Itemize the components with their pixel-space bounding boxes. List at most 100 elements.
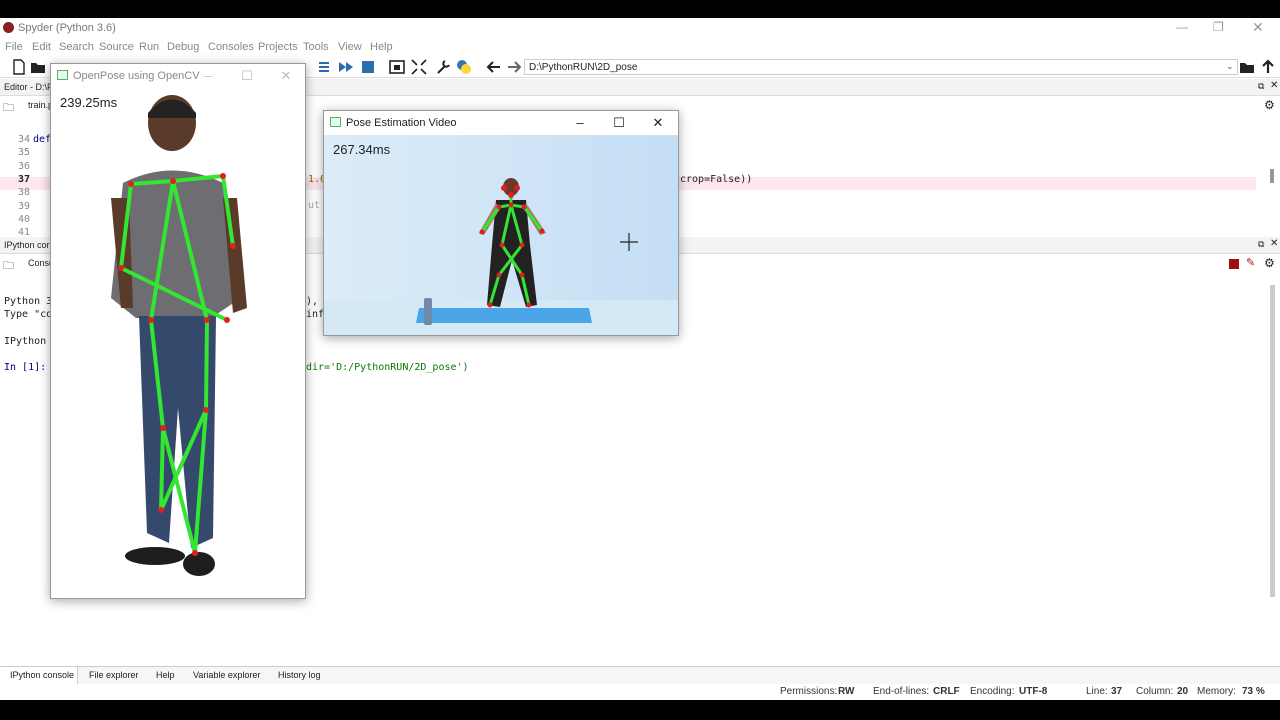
line-number: 38 [17,187,30,199]
editor-scrollbar[interactable] [1270,169,1274,183]
water-bottle [424,298,432,325]
yoga-mat [416,308,592,323]
line-number: 34 [17,134,30,145]
menu-bar: File Edit Search Source Run Debug Consol… [0,38,1280,56]
tab-history-log[interactable]: History log [278,670,321,680]
openpose-timing: 239.25ms [60,95,118,110]
maximize-pane-icon[interactable] [388,58,406,76]
close-pane-icon[interactable]: ✕ [1270,80,1278,91]
column-label: Column: [1136,686,1174,697]
maximize-icon[interactable]: ☐ [600,111,638,135]
line-number: 39 [17,200,30,212]
menu-tools[interactable]: Tools [303,41,329,53]
close-pane-icon[interactable]: ✕ [1270,238,1278,249]
gear-icon[interactable]: ⚙ [1264,256,1275,270]
undock-icon[interactable]: ⧉ [1258,81,1264,92]
console-output: Type "co [4,309,53,320]
column-value: 20 [1177,686,1189,697]
open-folder-icon[interactable] [29,58,47,76]
stop-kernel-icon[interactable] [1229,259,1239,269]
app-title: Spyder (Python 3.6) [18,22,116,34]
close-icon[interactable]: ✕ [639,111,677,135]
person-left-shoe [125,547,185,565]
tab-file-explorer[interactable]: File explorer [89,670,139,680]
close-icon[interactable]: ✕ [1252,19,1264,36]
eraser-icon[interactable]: ✎ [1246,256,1255,269]
memory-label: Memory: [1197,686,1236,697]
pose-video-frame [324,135,678,335]
restore-icon[interactable]: ❐ [1213,20,1224,34]
python-path-icon[interactable] [455,58,473,76]
back-arrow-icon[interactable] [485,58,503,76]
tab-variable-explorer[interactable]: Variable explorer [193,670,260,680]
menu-file[interactable]: File [5,41,23,53]
console-scrollbar[interactable] [1270,285,1275,597]
spyder-app-window: Spyder (Python 3.6) — ❐ ✕ File Edit Sear… [0,18,1280,700]
code-keyword: def [33,134,52,145]
title-bar: Spyder (Python 3.6) — ❐ ✕ [0,18,1280,38]
preferences-wrench-icon[interactable] [434,58,452,76]
openpose-frame-image [51,88,305,598]
memory-value: 73 % [1242,686,1265,697]
tab-ipython-console[interactable]: IPython console [10,670,74,680]
pose-video-window[interactable]: Pose Estimation Video – ☐ ✕ 267.34ms [323,110,679,336]
line-value: 37 [1111,686,1123,697]
menu-search[interactable]: Search [59,41,94,53]
line-number-current: 37 [17,174,30,185]
pose-video-window-titlebar[interactable]: Pose Estimation Video – ☐ ✕ [324,111,678,135]
status-bar: Permissions: RW End-of-lines: CRLF Encod… [0,684,1280,700]
console-prompt: In [1]: [4,362,47,373]
run-cell-advance-icon[interactable] [316,58,334,76]
menu-projects[interactable]: Projects [258,41,298,53]
pose-video-window-title: Pose Estimation Video [346,117,457,129]
code-fragment: crop=False)) [680,174,753,185]
line-label: Line: [1086,686,1108,697]
console-command: dir='D:/PythonRUN/2D_pose') [306,362,469,373]
maximize-icon[interactable]: ☐ [228,64,266,88]
person-right-shoe [183,552,215,576]
menu-consoles[interactable]: Consoles [208,41,254,53]
browse-folder-icon[interactable] [1238,58,1256,76]
working-directory-input[interactable]: D:\PythonRUN\2D_pose [524,59,1238,75]
minimize-icon[interactable]: – [189,64,227,88]
tab-help[interactable]: Help [156,670,175,680]
menu-help[interactable]: Help [370,41,393,53]
console-output: IPython [4,336,47,347]
menu-edit[interactable]: Edit [32,41,51,53]
chevron-down-icon[interactable]: ⌄ [1226,61,1234,72]
console-output: ), [306,296,319,307]
menu-view[interactable]: View [338,41,362,53]
line-number: 36 [17,160,30,172]
bottom-tab-bar: IPython console File explorer Help Varia… [0,666,1280,685]
fullscreen-icon[interactable] [410,58,428,76]
menu-debug[interactable]: Debug [167,41,199,53]
openpose-window-titlebar[interactable]: OpenPose using OpenCV – ☐ ✕ [51,64,305,88]
eol-label: End-of-lines: [873,686,930,697]
stop-icon[interactable] [359,58,377,76]
menu-source[interactable]: Source [99,41,134,53]
gear-icon[interactable]: ⚙ [1264,98,1275,112]
folder-icon[interactable]: 🗀 [3,257,14,276]
permissions-label: Permissions: [780,686,838,697]
pose-video-timing: 267.34ms [333,142,391,157]
parent-directory-icon[interactable] [1259,58,1277,76]
permissions-value: RW [838,686,855,697]
continue-icon[interactable] [337,58,355,76]
minimize-icon[interactable]: – [561,111,599,135]
openpose-window[interactable]: OpenPose using OpenCV – ☐ ✕ 239.25ms [50,63,306,599]
undock-icon[interactable]: ⧉ [1258,239,1264,250]
spyder-logo-icon [3,22,14,33]
opencv-window-icon [57,70,68,80]
eol-value: CRLF [933,686,960,697]
openpose-window-title: OpenPose using OpenCV [73,70,200,82]
minimize-icon[interactable]: — [1176,20,1188,34]
menu-run[interactable]: Run [139,41,159,53]
console-output: Python 3 [4,296,53,307]
new-file-icon[interactable] [10,58,28,76]
line-number: 35 [17,147,30,159]
encoding-value: UTF-8 [1019,686,1048,697]
line-number: 40 [17,214,30,225]
forward-arrow-icon[interactable] [505,58,523,76]
encoding-label: Encoding: [970,686,1015,697]
close-icon[interactable]: ✕ [267,64,305,88]
